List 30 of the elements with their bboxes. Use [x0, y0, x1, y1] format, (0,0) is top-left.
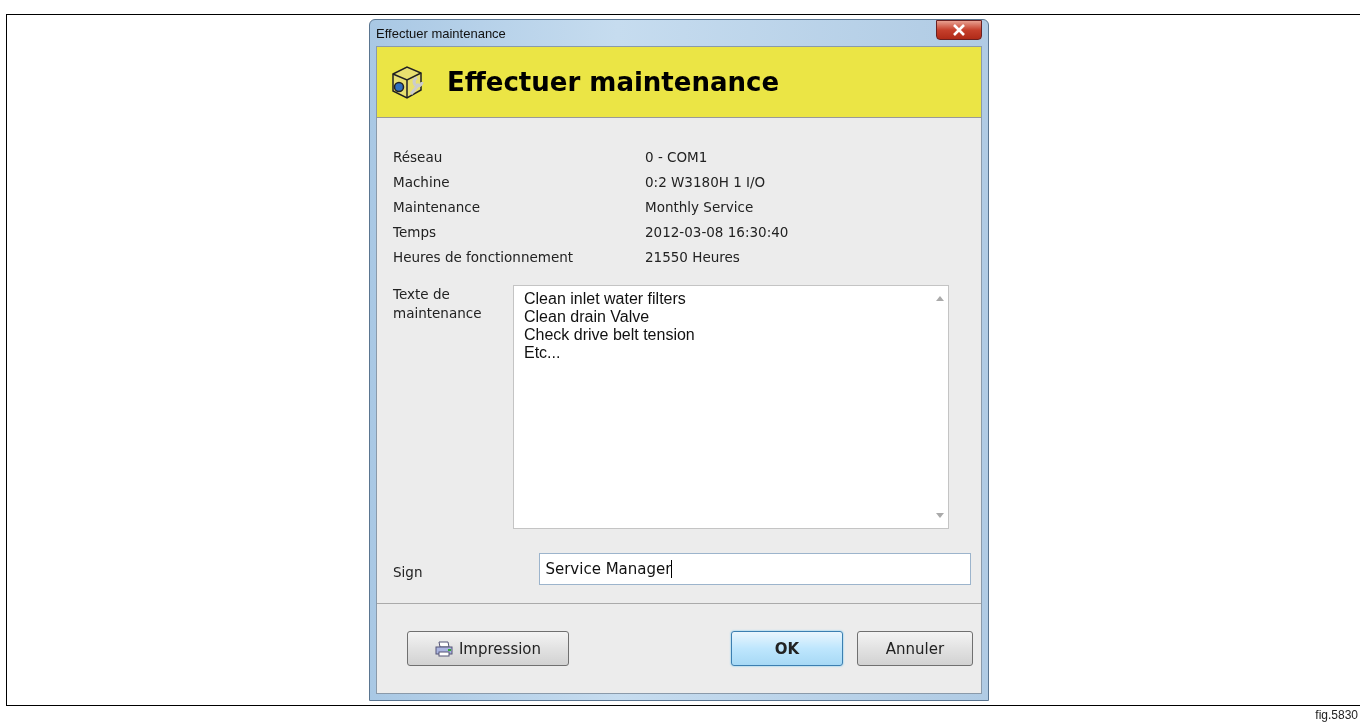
window-title: Effectuer maintenance — [376, 25, 506, 41]
header-title: Effectuer maintenance — [447, 67, 780, 97]
print-button[interactable]: Impression — [407, 631, 569, 666]
text-line: Etc... — [524, 344, 562, 362]
text-line: Check drive belt tension — [524, 326, 696, 344]
field-value: 21550 Heures — [645, 248, 741, 267]
field-label: Texte de maintenance — [393, 285, 483, 323]
field-label: Réseau — [393, 148, 444, 167]
sign-input-field[interactable]: Service Manager — [539, 553, 971, 585]
cancel-button[interactable]: Annuler — [857, 631, 973, 666]
figure-label: fig.5830 — [1315, 708, 1358, 722]
ok-button[interactable]: OK — [731, 631, 843, 666]
field-value: 2012-03-08 16:30:40 — [645, 223, 790, 242]
field-label: Heures de fonctionnement — [393, 248, 575, 267]
field-label: Sign — [393, 563, 424, 580]
maintenance-text-area[interactable]: Clean inlet water filters Clean drain Valve Check drive belt tension Etc... — [513, 285, 949, 529]
field-label: Maintenance — [393, 198, 481, 217]
text-line: Clean drain Valve — [524, 308, 651, 326]
printer-icon — [434, 640, 453, 657]
close-button[interactable] — [936, 20, 982, 40]
field-label: Machine — [393, 173, 451, 192]
field-value: 0 - COM1 — [645, 148, 709, 167]
text-line: Clean inlet water filters — [524, 290, 687, 308]
field-label: Temps — [393, 223, 437, 242]
close-icon — [952, 24, 966, 36]
field-value: Monthly Service — [645, 198, 755, 217]
scroll-up-icon — [935, 296, 944, 301]
washing-machine-wrench-icon — [389, 64, 425, 100]
scroll-down-icon — [935, 513, 944, 518]
field-value: 0:2 W3180H 1 I/O — [645, 173, 767, 192]
